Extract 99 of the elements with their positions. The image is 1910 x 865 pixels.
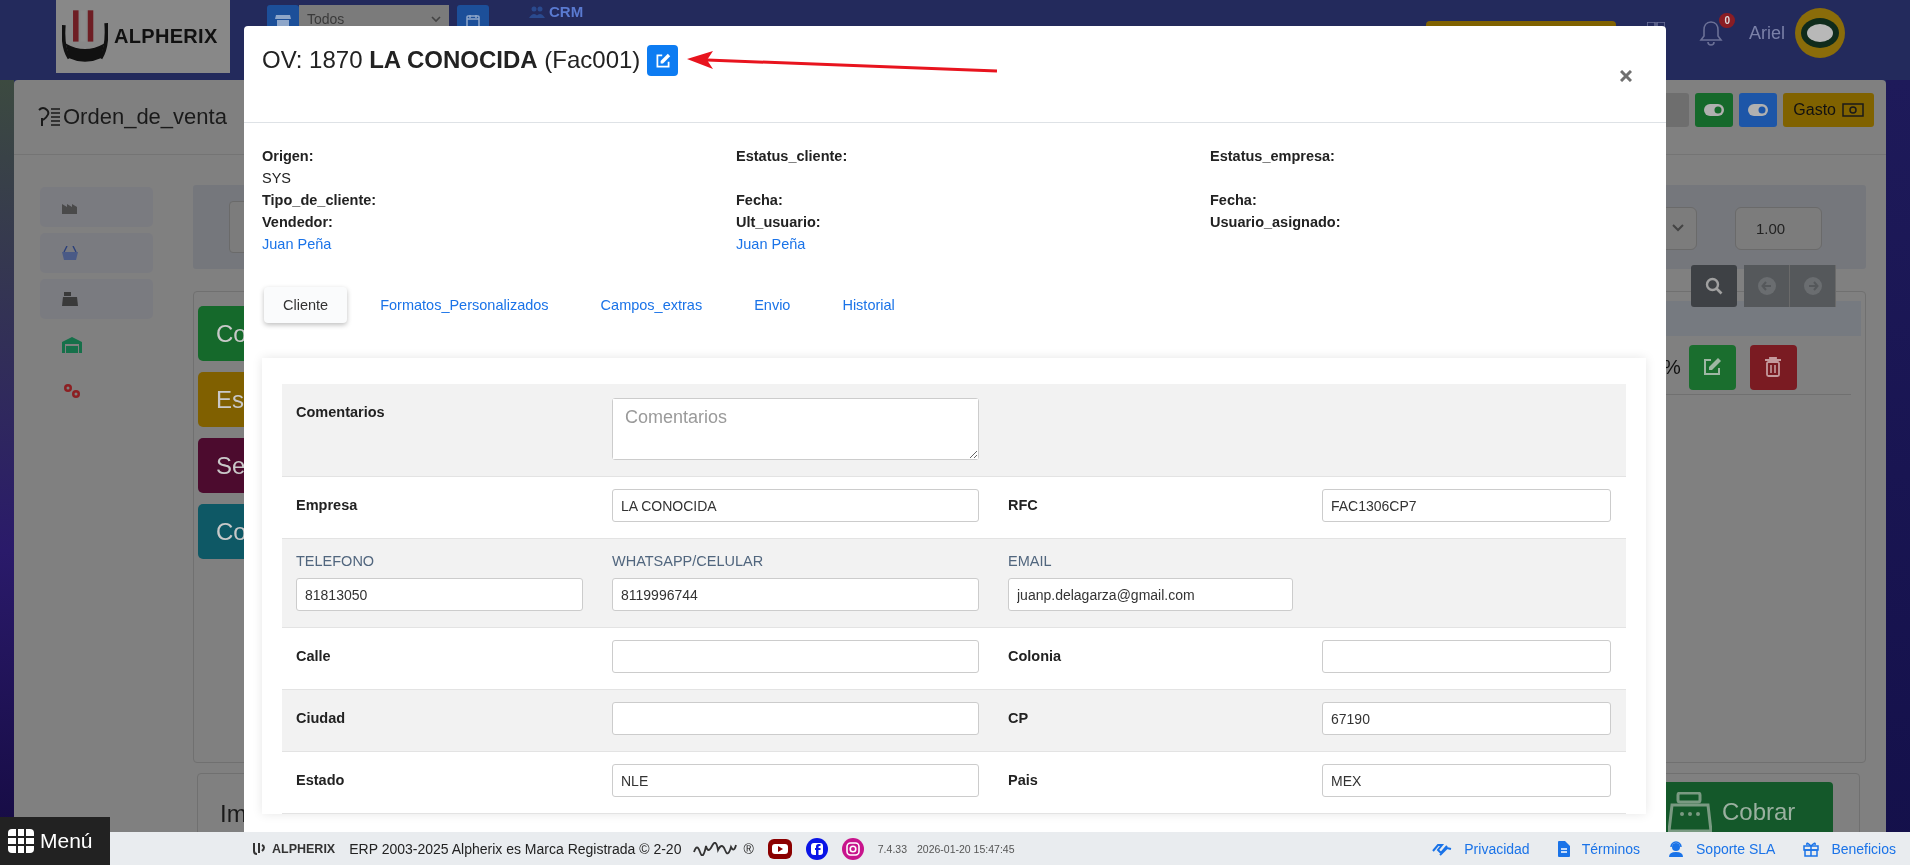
text-field[interactable] bbox=[1322, 640, 1611, 673]
calendar-icon bbox=[466, 14, 480, 28]
gears-icon bbox=[62, 383, 82, 399]
field-label: Empresa bbox=[296, 496, 359, 513]
text-field[interactable] bbox=[612, 640, 979, 673]
text-field[interactable]: 8119996744 bbox=[612, 578, 979, 611]
search-button[interactable] bbox=[1691, 265, 1737, 307]
delete-button[interactable] bbox=[1749, 344, 1797, 390]
version-text: 7.4.33 bbox=[877, 842, 907, 855]
edit-icon bbox=[1702, 357, 1723, 377]
support-agent-icon bbox=[1668, 840, 1684, 857]
field-label: Calle bbox=[296, 647, 332, 664]
facebook-icon[interactable] bbox=[805, 837, 828, 860]
search-icon bbox=[1705, 277, 1723, 295]
dialog-title: OV: 1870 LA CONOCIDA (Fac001) bbox=[262, 46, 641, 74]
signature-icon bbox=[693, 841, 738, 856]
tab[interactable]: Envio bbox=[735, 287, 810, 323]
youtube-icon[interactable] bbox=[767, 838, 792, 859]
people-icon bbox=[529, 5, 545, 18]
text-field[interactable]: NLE bbox=[612, 764, 979, 797]
field-label: Usuario_asignado: bbox=[1210, 213, 1342, 232]
text-field[interactable]: juanp.delagarza@gmail.com bbox=[1008, 578, 1293, 611]
footer-link[interactable]: Soporte SLA bbox=[1668, 840, 1776, 857]
toggle-icon bbox=[1748, 104, 1769, 116]
cash-register-icon bbox=[62, 292, 78, 306]
field-label: Comentarios bbox=[296, 403, 386, 420]
toggle-icon bbox=[1704, 104, 1725, 116]
field-label: EMAIL bbox=[1008, 552, 1053, 571]
money-icon bbox=[1842, 103, 1864, 117]
copyright-text: ERP 2003-2025 Alpherix es Marca Registrada © 2-20 bbox=[349, 840, 682, 857]
text-field[interactable]: LA CONOCIDA bbox=[612, 489, 979, 522]
trash-icon bbox=[1765, 357, 1782, 377]
toggle-button[interactable] bbox=[1739, 93, 1778, 127]
user-link[interactable]: Juan Peña bbox=[736, 233, 1210, 255]
user-link[interactable]: Juan Peña bbox=[262, 233, 736, 255]
field-label: TELEFONO bbox=[296, 552, 376, 571]
field-label: Fecha: bbox=[736, 191, 784, 210]
logo-text: ALPHERIX bbox=[114, 25, 218, 48]
comments-field[interactable]: Comentarios bbox=[612, 398, 979, 460]
quantity-field[interactable]: 1.00 bbox=[1735, 206, 1822, 250]
field-label: Ult_usuario: bbox=[736, 213, 822, 232]
tab[interactable]: Historial bbox=[823, 287, 914, 323]
field-label: Fecha: bbox=[1210, 191, 1258, 210]
text-field[interactable]: 81813050 bbox=[296, 578, 583, 611]
field-label: Ciudad bbox=[296, 709, 347, 726]
text-field[interactable]: FAC1306CP7 bbox=[1322, 489, 1611, 522]
text-field[interactable]: MEX bbox=[1322, 764, 1611, 797]
field-label: Tipo_de_cliente: bbox=[262, 191, 378, 210]
field-label: Colonia bbox=[1008, 647, 1063, 664]
tab[interactable]: Formatos_Personalizados bbox=[361, 287, 568, 323]
user-name[interactable]: Ariel bbox=[1749, 23, 1785, 44]
edit-button[interactable] bbox=[1688, 344, 1736, 390]
handshake-icon bbox=[1432, 841, 1453, 856]
footer-link[interactable]: Beneficios bbox=[1803, 840, 1896, 857]
edit-icon bbox=[654, 52, 671, 69]
expense-button[interactable]: Gasto bbox=[1783, 93, 1874, 127]
crm-link[interactable]: CRM bbox=[529, 3, 584, 20]
warehouse-icon bbox=[62, 337, 82, 353]
basket-icon bbox=[62, 246, 78, 260]
timestamp-text: 2026-01-20 15:47:45 bbox=[917, 842, 1015, 855]
field-label: WHATSAPP/CELULAR bbox=[612, 552, 765, 571]
footer-link[interactable]: Privacidad bbox=[1432, 840, 1530, 857]
notification-badge: 0 bbox=[1719, 13, 1735, 28]
chevron-icon bbox=[1672, 224, 1684, 232]
edit-button[interactable] bbox=[647, 45, 679, 76]
registered-mark: ® bbox=[743, 840, 754, 857]
sidebar-item[interactable] bbox=[40, 279, 153, 319]
grid-icon bbox=[8, 829, 34, 853]
field-label: Estatus_empresa: bbox=[1210, 147, 1336, 166]
sidebar-item[interactable] bbox=[40, 187, 153, 227]
field-label: CP bbox=[1008, 709, 1030, 726]
field-label: Pais bbox=[1008, 771, 1039, 788]
document-icon bbox=[1557, 840, 1570, 857]
tab[interactable]: Campos_extras bbox=[581, 287, 722, 323]
menu-button[interactable]: Menú bbox=[0, 817, 110, 865]
field-value: SYS bbox=[262, 169, 292, 188]
chevron-icon bbox=[431, 15, 441, 23]
field-label: Origen: bbox=[262, 147, 315, 166]
field-label: Estado bbox=[296, 771, 346, 788]
field-label: Vendedor: bbox=[262, 213, 334, 232]
logo-icon bbox=[252, 842, 266, 855]
text-field[interactable]: 67190 bbox=[1322, 702, 1611, 735]
sidebar-item[interactable] bbox=[40, 233, 153, 273]
avatar[interactable] bbox=[1795, 8, 1845, 58]
gift-icon bbox=[1803, 840, 1820, 857]
footer-link[interactable]: Términos bbox=[1557, 840, 1640, 857]
tab[interactable]: Cliente bbox=[264, 287, 348, 323]
page-title: Orden_de_venta bbox=[63, 104, 227, 130]
close-icon bbox=[1620, 70, 1632, 82]
list-icon bbox=[37, 106, 61, 128]
toggle-button[interactable] bbox=[1695, 93, 1734, 127]
instagram-icon[interactable] bbox=[841, 837, 864, 860]
field-label: Estatus_cliente: bbox=[736, 147, 849, 166]
store-icon bbox=[275, 14, 291, 28]
footer-logo-text: ALPHERIX bbox=[272, 841, 336, 856]
field-label: RFC bbox=[1008, 496, 1039, 513]
text-field[interactable] bbox=[612, 702, 979, 735]
bell-icon[interactable] bbox=[1699, 20, 1723, 46]
cash-register-icon bbox=[1668, 792, 1712, 832]
